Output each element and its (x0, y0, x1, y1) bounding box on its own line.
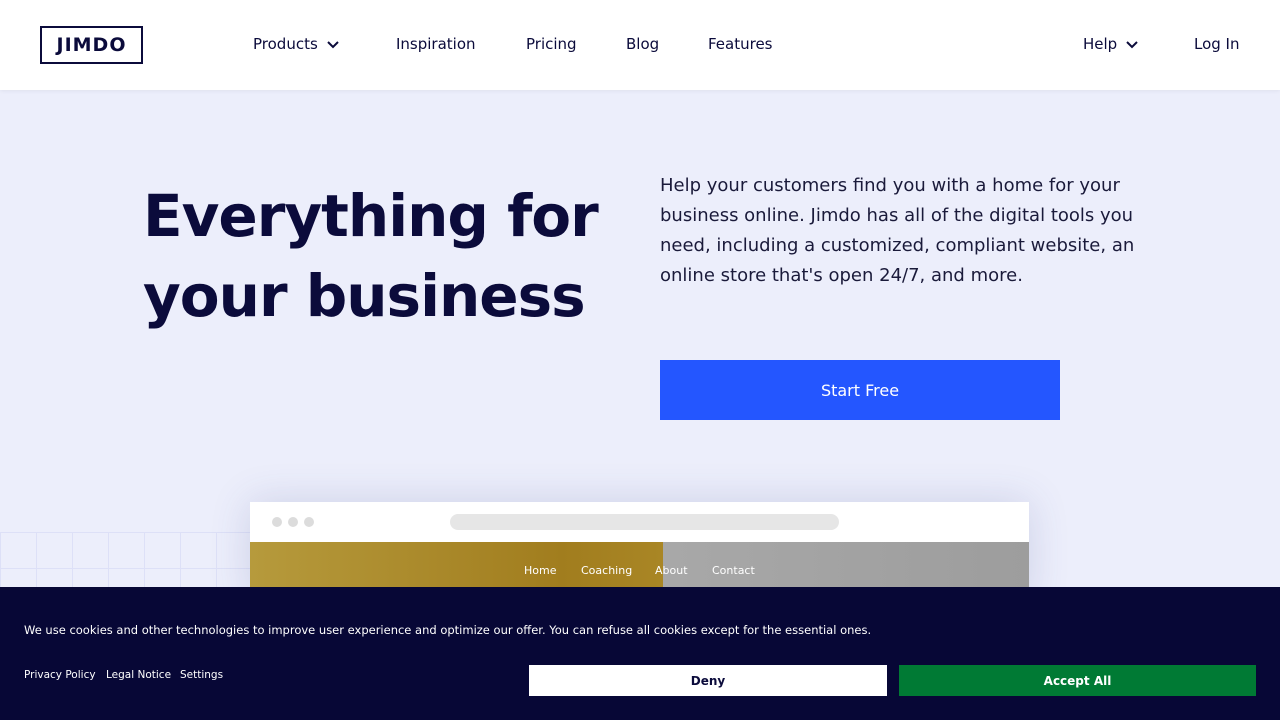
nav-features[interactable]: Features (708, 35, 773, 53)
hero-title: Everything for your business (143, 182, 599, 330)
chevron-down-icon (327, 41, 339, 49)
hero-description: Help your customers find you with a home… (660, 175, 1135, 286)
nav-inspiration-label: Inspiration (396, 35, 476, 53)
window-dot (272, 517, 282, 527)
nav-blog[interactable]: Blog (626, 35, 659, 53)
window-dot (288, 517, 298, 527)
nav-help-label: Help (1083, 35, 1118, 53)
accept-all-button[interactable]: Accept All (899, 665, 1256, 696)
jimdo-logo[interactable]: JIMDO (40, 26, 143, 64)
nav-help[interactable]: Help (1083, 35, 1139, 53)
login-label: Log In (1194, 35, 1240, 53)
nav-pricing-label: Pricing (526, 35, 577, 53)
nav-products-label: Products (253, 35, 318, 53)
address-bar (450, 514, 839, 530)
chevron-down-icon (1126, 41, 1138, 49)
preview-nav-home: Home (524, 564, 557, 577)
preview-nav-about: About (655, 564, 688, 577)
deny-button[interactable]: Deny (529, 665, 887, 696)
preview-nav-coaching: Coaching (581, 564, 633, 577)
preview-nav-contact: Contact (712, 564, 755, 577)
legal-notice-link[interactable]: Legal Notice (106, 669, 171, 681)
nav-inspiration[interactable]: Inspiration (396, 35, 476, 53)
window-dot (304, 517, 314, 527)
cookie-banner: We use cookies and other technologies to… (0, 587, 1280, 720)
nav-products[interactable]: Products (253, 35, 340, 53)
nav-features-label: Features (708, 35, 773, 53)
site-header: JIMDO Products Inspiration Pricing Blog … (0, 0, 1280, 90)
login-link[interactable]: Log In (1194, 35, 1240, 53)
privacy-policy-link[interactable]: Privacy Policy (24, 669, 96, 681)
nav-pricing[interactable]: Pricing (526, 35, 577, 53)
browser-bar (250, 502, 1029, 542)
start-free-button[interactable]: Start Free (660, 360, 1060, 420)
grid-decoration (0, 532, 260, 592)
cookie-message: We use cookies and other technologies to… (24, 623, 872, 637)
nav-blog-label: Blog (626, 35, 660, 53)
cookie-settings-link[interactable]: Settings (180, 669, 223, 681)
